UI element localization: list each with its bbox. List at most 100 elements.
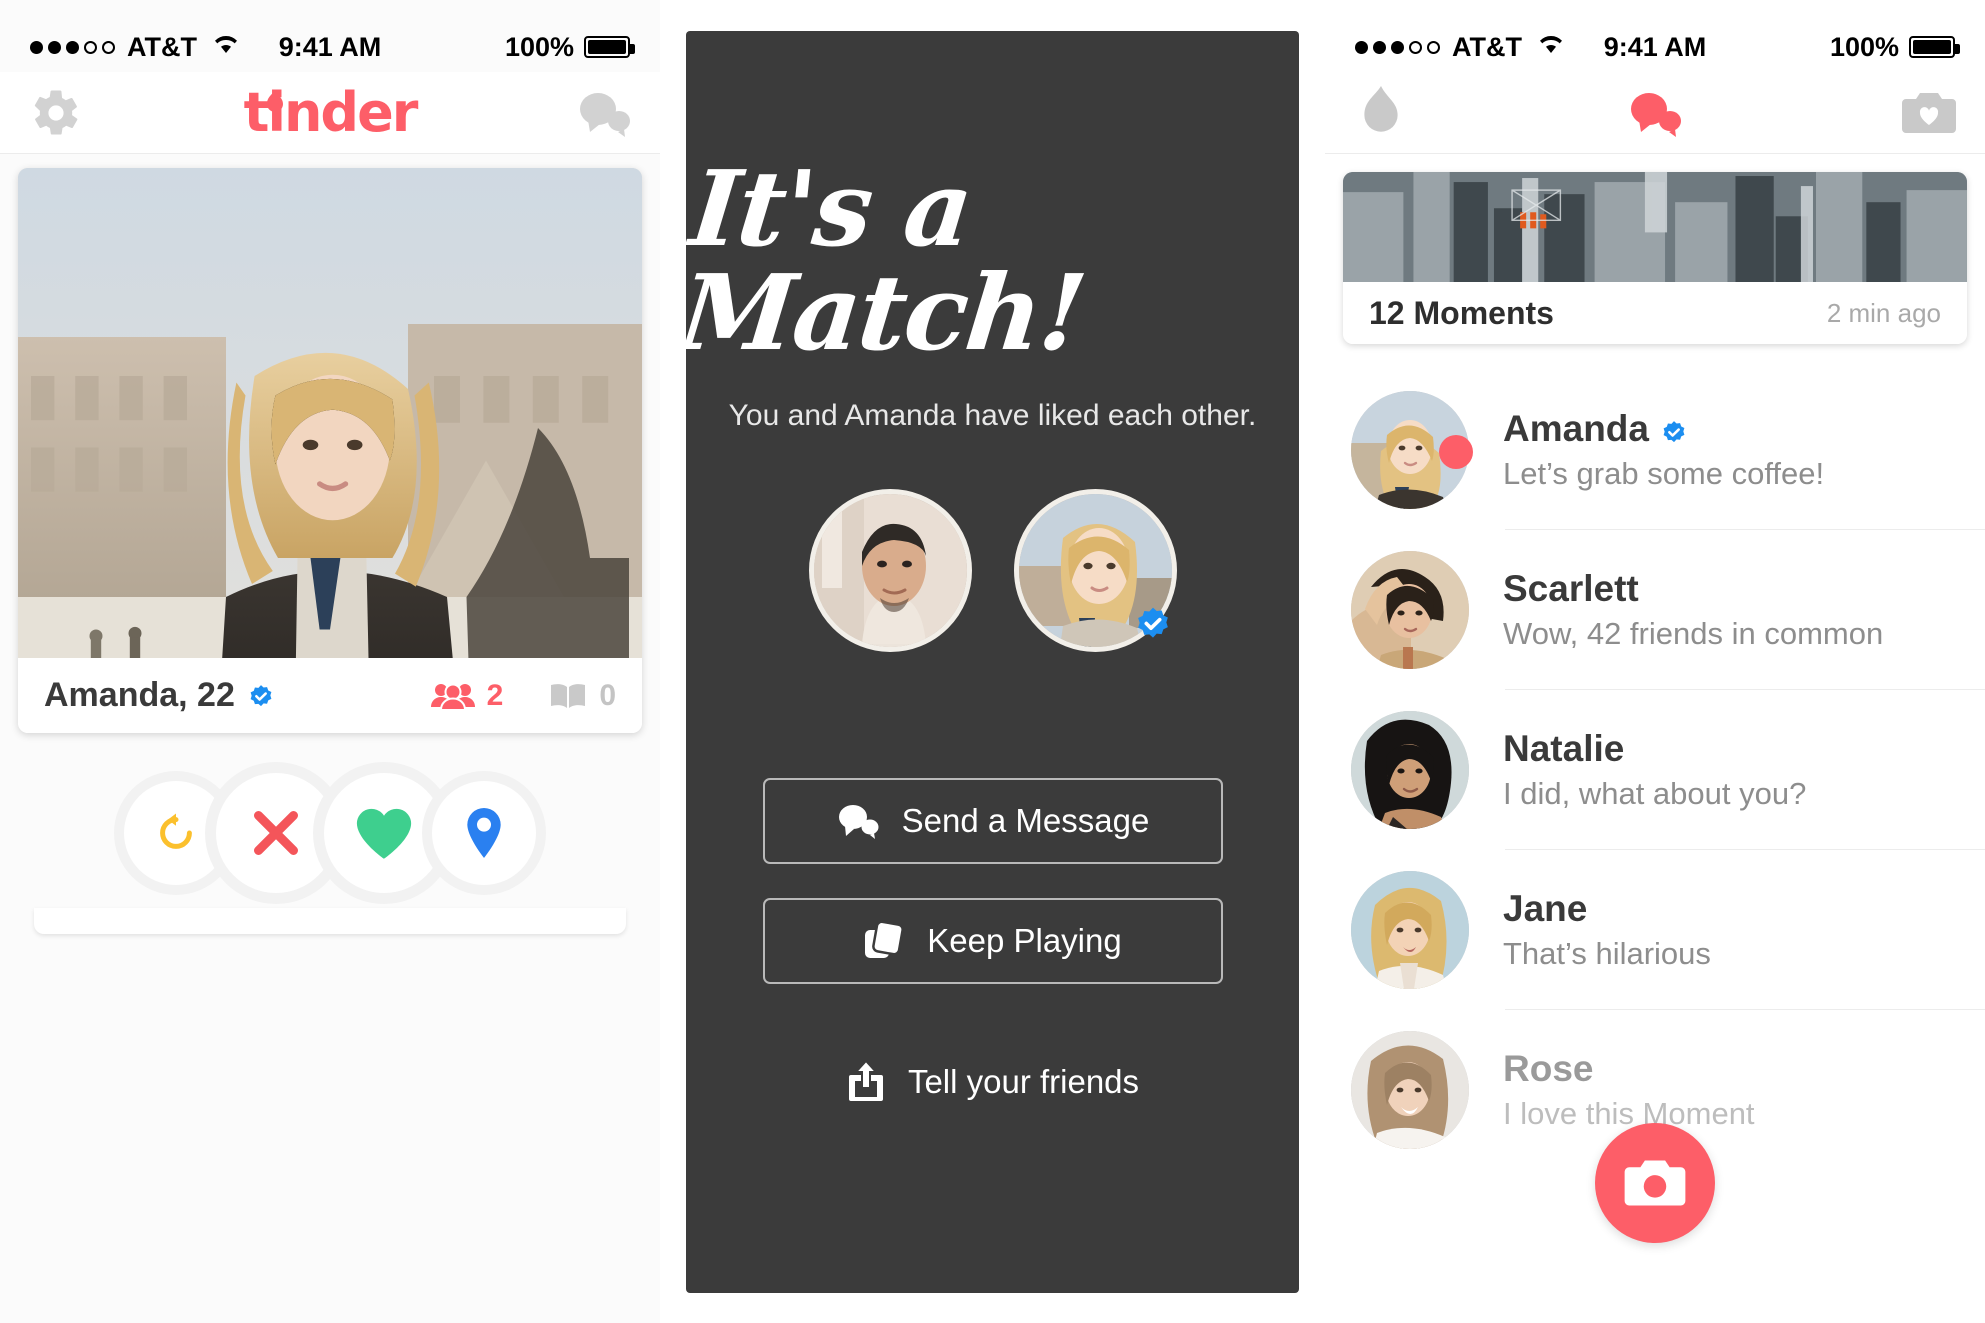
chat-row-amanda[interactable]: Amanda Let’s grab some coffee! xyxy=(1325,370,1985,530)
match-panel: It's a Match! You and Amanda have liked … xyxy=(674,30,1299,1293)
profile-photo-amanda[interactable] xyxy=(18,168,642,658)
keep-playing-button[interactable]: Keep Playing xyxy=(762,897,1223,984)
send-a-message-button[interactable]: Send a Message xyxy=(762,777,1223,864)
moments-bar: 12 Moments 2 min ago xyxy=(1343,282,1967,344)
discovery-nav-bar: tinder xyxy=(0,72,660,154)
match-screen: It's a Match! You and Amanda have liked … xyxy=(660,0,1325,1323)
profile-card-stats: 2 0 xyxy=(430,678,616,713)
common-interests-count: 0 xyxy=(599,678,616,712)
avatar-wrap xyxy=(1351,391,1473,509)
avatar-wrap xyxy=(1351,551,1469,669)
chat-name-label: Rose xyxy=(1503,1048,1594,1089)
map-pin-icon xyxy=(467,808,501,858)
chat-message: Wow, 42 friends in common xyxy=(1503,616,1884,651)
carrier-label: AT&T xyxy=(1452,31,1522,62)
battery-percent-label: 100% xyxy=(504,31,574,62)
match-avatar-amanda[interactable] xyxy=(1013,488,1177,652)
common-interests-stat: 0 xyxy=(549,679,616,713)
battery-percent-label: 100% xyxy=(1829,31,1899,62)
moments-time-label: 2 min ago xyxy=(1826,297,1941,328)
chat-name: Amanda xyxy=(1503,408,1959,450)
tell-your-friends-label: Tell your friends xyxy=(907,1062,1140,1100)
profile-name-age-label: Amanda, 22 xyxy=(44,676,235,714)
profile-name-age: Amanda, 22 xyxy=(44,676,275,715)
moments-card[interactable]: 12 Moments 2 min ago xyxy=(1343,172,1967,344)
clock-label: 9:41 AM xyxy=(278,31,382,62)
profile-card[interactable]: Amanda, 22 2 0 xyxy=(18,168,642,733)
battery-icon xyxy=(1909,36,1960,58)
chat-text: Natalie I did, what about you? xyxy=(1503,690,1985,850)
unread-indicator xyxy=(1439,435,1473,469)
moments-tab-icon[interactable] xyxy=(1901,85,1957,141)
messages-screen: AT&T 9:41 AM 100% 12 Moments 2 min ago A… xyxy=(1325,0,1985,1323)
chat-row-natalie[interactable]: Natalie I did, what about you? xyxy=(1325,690,1985,850)
keep-playing-label: Keep Playing xyxy=(927,921,1122,959)
status-bar-left: AT&T 9:41 AM 100% xyxy=(0,0,660,72)
verified-badge-icon xyxy=(247,682,275,710)
clock-label: 9:41 AM xyxy=(1603,31,1707,62)
chat-message: That’s hilarious xyxy=(1503,936,1711,971)
flame-icon xyxy=(266,71,284,112)
chat-name-label: Amanda xyxy=(1503,408,1649,449)
card-stack: Amanda, 22 2 0 xyxy=(18,168,642,934)
avatar xyxy=(1351,1031,1469,1149)
chat-text: Scarlett Wow, 42 friends in common xyxy=(1503,530,1985,690)
mutual-friends-count: 2 xyxy=(486,678,504,712)
match-title: It's a Match! xyxy=(674,146,1091,374)
app-screenshot-stage: AT&T 9:41 AM 100% tinder Amanda, 22 2 0 … xyxy=(0,0,1985,1323)
chat-text: Amanda Let’s grab some coffee! xyxy=(1503,370,1985,530)
nope-button[interactable] xyxy=(216,773,336,893)
next-card-preview xyxy=(34,908,626,934)
signal-dots-icon xyxy=(1355,40,1440,54)
moments-photo xyxy=(1343,172,1967,282)
send-a-message-label: Send a Message xyxy=(901,801,1150,839)
messages-nav-bar xyxy=(1325,72,1985,154)
chat-message: I love this Moment xyxy=(1503,1096,1755,1131)
status-bar-left-group: AT&T xyxy=(1355,32,1604,63)
chat-row-jane[interactable]: Jane That’s hilarious xyxy=(1325,850,1985,1010)
verified-badge-icon xyxy=(1133,606,1173,646)
friends-icon xyxy=(430,683,475,711)
messages-chat-bubbles-icon[interactable] xyxy=(576,85,632,141)
card-area: Amanda, 22 2 0 xyxy=(0,154,660,934)
your-avatar[interactable] xyxy=(808,488,972,652)
chat-text: Rose I love this Moment xyxy=(1503,1010,1985,1170)
avatar-wrap xyxy=(1351,711,1469,829)
chat-name-label: Natalie xyxy=(1503,728,1625,769)
action-buttons-row xyxy=(18,773,642,893)
rewind-icon xyxy=(160,813,192,849)
chat-name: Natalie xyxy=(1503,728,1959,770)
location-button[interactable] xyxy=(432,781,536,885)
chat-row-scarlett[interactable]: Scarlett Wow, 42 friends in common xyxy=(1325,530,1985,690)
camera-heart-icon xyxy=(1902,92,1956,133)
profile-card-info: Amanda, 22 2 0 xyxy=(18,658,642,733)
messages-tab-icon[interactable] xyxy=(1627,85,1683,141)
wifi-icon xyxy=(1536,32,1566,63)
close-x-icon xyxy=(254,811,298,855)
avatar-wrap xyxy=(1351,1031,1469,1149)
discovery-screen: AT&T 9:41 AM 100% tinder Amanda, 22 2 0 xyxy=(0,0,660,1323)
chat-message: I did, what about you? xyxy=(1503,776,1807,811)
battery-icon xyxy=(584,36,635,58)
mutual-friends-stat: 2 xyxy=(430,678,504,713)
book-icon xyxy=(551,683,586,708)
chat-name: Scarlett xyxy=(1503,568,1959,610)
chat-message: Let’s grab some coffee! xyxy=(1503,456,1825,491)
flame-icon xyxy=(1364,85,1398,132)
rewind-button[interactable] xyxy=(124,781,228,885)
match-subtitle: You and Amanda have liked each other. xyxy=(728,398,1257,432)
chat-bubbles-icon xyxy=(1631,92,1681,137)
like-button[interactable] xyxy=(324,773,444,893)
tell-your-friends-button[interactable]: Tell your friends xyxy=(846,1059,1139,1105)
chat-name: Rose xyxy=(1503,1048,1959,1090)
moments-count-label: 12 Moments xyxy=(1369,294,1554,331)
status-bar-right-group: 100% xyxy=(1706,31,1960,63)
verified-badge-icon xyxy=(1660,415,1688,443)
avatar xyxy=(1351,711,1469,829)
new-moment-button[interactable] xyxy=(1595,1123,1715,1243)
share-upload-icon xyxy=(848,1059,883,1101)
settings-gear-icon[interactable] xyxy=(28,85,84,141)
carrier-label: AT&T xyxy=(127,31,197,62)
avatar xyxy=(1351,551,1469,669)
flame-tab-icon[interactable] xyxy=(1353,85,1409,141)
